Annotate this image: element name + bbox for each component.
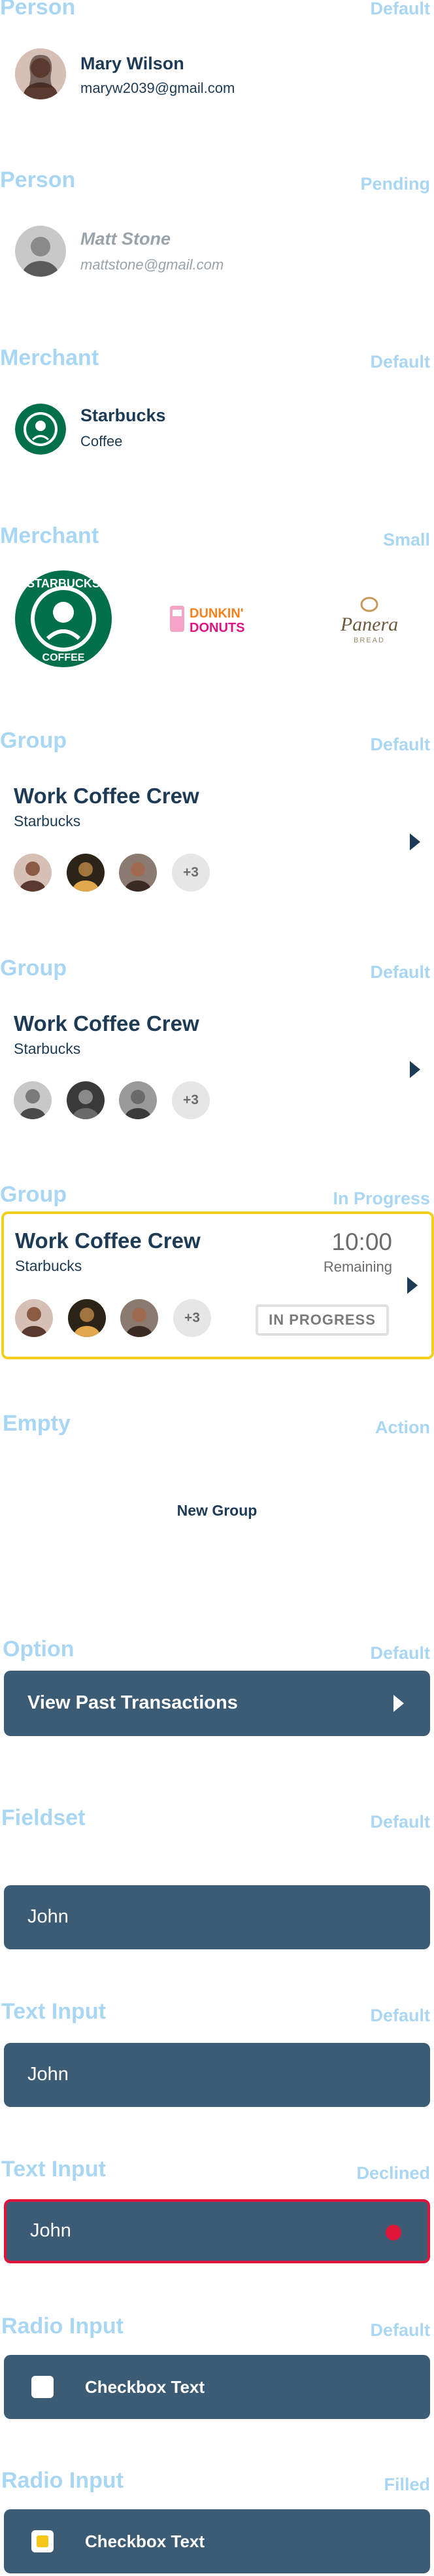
- section-title-fieldset: Fieldset: [1, 1805, 86, 1830]
- group-merchant: Starbucks: [14, 812, 81, 829]
- text-input[interactable]: John: [4, 2043, 430, 2107]
- more-members-badge: +3: [172, 1081, 210, 1119]
- fieldset-value: John: [27, 1906, 69, 1927]
- radio-input[interactable]: Checkbox Text: [4, 2355, 430, 2419]
- merchant-name: Starbucks: [80, 406, 166, 425]
- radio-input-filled[interactable]: Checkbox Text: [4, 2509, 430, 2573]
- section-variant: Default: [370, 735, 430, 754]
- text-input-declined[interactable]: John: [4, 2199, 430, 2263]
- section-title-group: Group: [0, 956, 67, 981]
- avatar: [68, 1299, 106, 1337]
- starbucks-logo[interactable]: STARBUCKS COFFEE: [15, 570, 112, 667]
- section-variant: Default: [370, 352, 430, 372]
- section-title-group: Group: [0, 1182, 67, 1207]
- starbucks-logo: [15, 404, 66, 455]
- svg-text:DUNKIN': DUNKIN': [190, 606, 244, 621]
- dunkin-donuts-logo[interactable]: DUNKIN' DONUTS: [167, 597, 265, 642]
- section-title-radio-input: Radio Input: [1, 2314, 124, 2339]
- group-merchant: Starbucks: [15, 1257, 82, 1274]
- section-variant: In Progress: [333, 1189, 430, 1208]
- section-variant: Default: [370, 1812, 430, 1832]
- chevron-right-icon[interactable]: [410, 833, 420, 850]
- avatar: [15, 1299, 53, 1337]
- avatar: [120, 1299, 158, 1337]
- section-variant: Default: [370, 2320, 430, 2340]
- avatar: [119, 854, 157, 892]
- svg-text:Panera: Panera: [340, 614, 398, 635]
- section-variant: Default: [370, 962, 430, 982]
- text-input-value: John: [30, 2220, 71, 2241]
- person-name: Mary Wilson: [80, 54, 184, 73]
- group-card-in-progress[interactable]: Work Coffee Crew Starbucks 10:00 Remaini…: [1, 1211, 434, 1359]
- checkbox-label: Checkbox Text: [85, 2532, 205, 2551]
- section-variant: Small: [382, 530, 430, 549]
- avatar: [119, 1081, 157, 1119]
- avatar: [67, 854, 105, 892]
- group-name: Work Coffee Crew: [14, 784, 199, 808]
- section-variant: Declined: [356, 2163, 430, 2183]
- section-variant: Default: [370, 2006, 430, 2025]
- chevron-right-icon: [393, 1695, 404, 1712]
- avatar: [15, 48, 66, 99]
- panera-bread-logo[interactable]: Panera BREAD: [327, 593, 412, 649]
- section-title-text-input: Text Input: [1, 2157, 106, 2182]
- section-variant: Filled: [384, 2475, 430, 2494]
- countdown-timer: 10:00: [331, 1228, 392, 1255]
- section-title-person: Person: [0, 167, 76, 192]
- checkbox-icon[interactable]: [31, 2376, 54, 2398]
- new-group-button[interactable]: New Group: [0, 1502, 434, 1520]
- section-title-group: Group: [0, 728, 67, 753]
- error-indicator-icon: [386, 2225, 401, 2240]
- section-title-merchant: Merchant: [0, 345, 99, 370]
- group-name: Work Coffee Crew: [14, 1011, 199, 1036]
- checkbox-fill-icon: [37, 2535, 48, 2547]
- section-title-person: Person: [0, 0, 76, 20]
- person-email: mattstone@gmail.com: [80, 256, 224, 273]
- person-email: maryw2039@gmail.com: [80, 80, 235, 96]
- fieldset-input[interactable]: John: [4, 1885, 430, 1949]
- group-card[interactable]: Work Coffee Crew Starbucks +3: [0, 1002, 434, 1133]
- section-title-text-input: Text Input: [1, 1999, 106, 2024]
- view-past-transactions-option[interactable]: View Past Transactions: [4, 1671, 430, 1736]
- group-card[interactable]: Work Coffee Crew Starbucks +3: [0, 775, 434, 905]
- group-name: Work Coffee Crew: [15, 1228, 201, 1253]
- svg-text:BREAD: BREAD: [354, 636, 385, 644]
- merchant-category: Coffee: [80, 433, 123, 449]
- more-members-badge: +3: [172, 854, 210, 892]
- section-variant: Default: [370, 0, 430, 18]
- svg-text:COFFEE: COFFEE: [42, 652, 85, 663]
- section-variant: Default: [370, 1643, 430, 1663]
- section-title-merchant: Merchant: [0, 523, 99, 548]
- section-title-option: Option: [3, 1637, 75, 1662]
- avatar: [15, 226, 66, 277]
- section-variant: Action: [375, 1418, 430, 1437]
- section-title-empty: Empty: [3, 1411, 71, 1436]
- avatar: [67, 1081, 105, 1119]
- person-name: Matt Stone: [80, 229, 171, 249]
- avatar: [14, 854, 52, 892]
- chevron-right-icon[interactable]: [410, 1061, 420, 1078]
- svg-text:DONUTS: DONUTS: [190, 621, 244, 635]
- text-input-value: John: [27, 2064, 69, 2085]
- more-members-badge: +3: [173, 1299, 211, 1337]
- avatar: [14, 1081, 52, 1119]
- checkbox-label: Checkbox Text: [85, 2377, 205, 2397]
- status-badge: IN PROGRESS: [256, 1304, 389, 1336]
- svg-text:STARBUCKS: STARBUCKS: [27, 577, 100, 590]
- group-merchant: Starbucks: [14, 1040, 81, 1057]
- option-label: View Past Transactions: [27, 1692, 238, 1713]
- chevron-right-icon[interactable]: [407, 1277, 418, 1294]
- section-variant: Pending: [360, 174, 431, 194]
- timer-label: Remaining: [323, 1259, 392, 1275]
- section-title-radio-input: Radio Input: [1, 2468, 124, 2493]
- checkbox-icon[interactable]: [31, 2530, 54, 2552]
